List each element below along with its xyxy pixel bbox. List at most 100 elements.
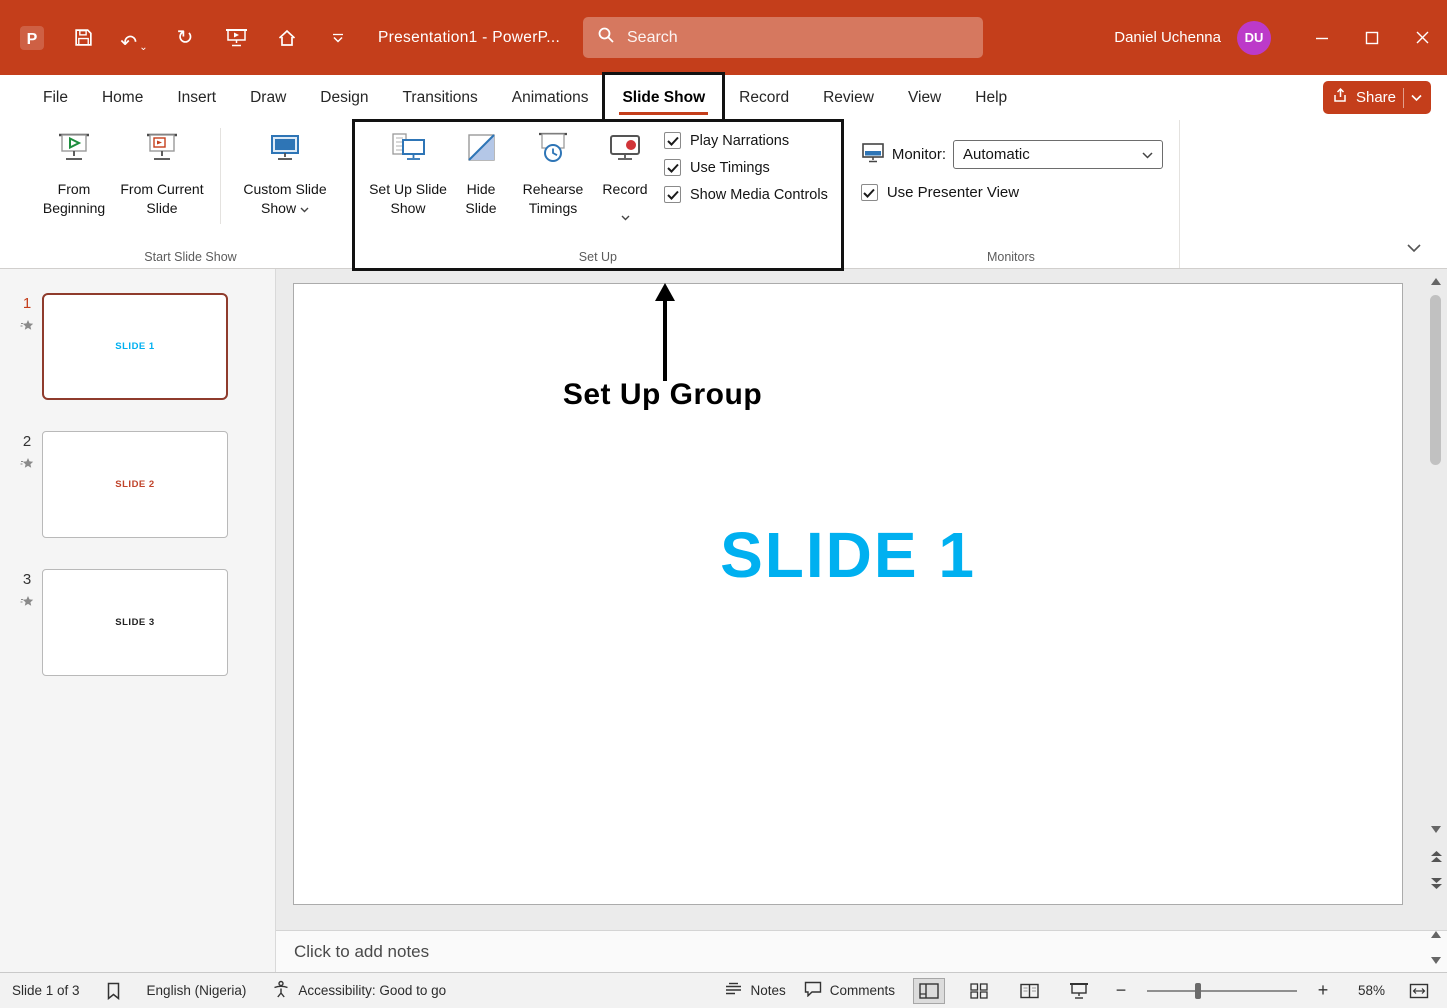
language-status[interactable]: English (Nigeria) [147, 983, 247, 998]
avatar[interactable]: DU [1237, 21, 1271, 55]
slide-thumbnail-3[interactable]: SLIDE 3 [42, 569, 228, 676]
thumbnail-row: 1 SLIDE 1 [12, 293, 275, 400]
checkbox-checked-icon [664, 132, 681, 149]
hide-slide-button[interactable]: Hide Slide [452, 126, 510, 217]
checkbox-checked-icon [664, 159, 681, 176]
normal-view-button[interactable] [913, 978, 945, 1004]
notes-placeholder: Click to add notes [294, 942, 429, 962]
share-button[interactable]: Share [1323, 81, 1431, 114]
proofing-bookmark-icon[interactable] [106, 982, 121, 1000]
save-icon[interactable] [69, 23, 97, 53]
from-current-slide-button[interactable]: From Current Slide [110, 126, 214, 217]
tab-file[interactable]: File [26, 75, 85, 120]
notes-scroll-up-button[interactable] [1427, 924, 1445, 944]
account-name[interactable]: Daniel Uchenna [1114, 29, 1221, 46]
close-button[interactable] [1397, 0, 1447, 75]
monitor-icon [861, 142, 885, 167]
from-beginning-icon [54, 130, 94, 172]
zoom-out-button[interactable]: − [1113, 980, 1129, 1001]
svg-text:P: P [27, 31, 38, 48]
group-monitors: Monitor: Automatic Use Presenter View Mo… [843, 120, 1180, 268]
tab-view[interactable]: View [891, 75, 958, 120]
play-narrations-checkbox[interactable]: Play Narrations [664, 132, 828, 149]
from-beginning-button[interactable]: From Beginning [38, 126, 110, 217]
next-slide-button[interactable] [1427, 873, 1445, 893]
set-up-slide-show-button[interactable]: Set Up Slide Show [364, 126, 452, 217]
scroll-down-button[interactable] [1427, 819, 1445, 839]
powerpoint-logo-icon[interactable]: P [18, 23, 46, 53]
titlebar-right: Daniel Uchenna DU [1114, 0, 1447, 75]
chevron-down-icon [1142, 146, 1153, 163]
notes-scroll-down-button[interactable] [1427, 950, 1445, 970]
search-box[interactable] [583, 17, 983, 58]
slide-title-text[interactable]: SLIDE 1 [294, 518, 1402, 592]
slide-number: 1 [23, 295, 31, 312]
workspace: 1 SLIDE 1 2 SLIDE 2 3 [0, 269, 1447, 972]
monitors-controls: Monitor: Automatic Use Presenter View [853, 126, 1169, 201]
use-presenter-view-checkbox[interactable]: Use Presenter View [861, 184, 1163, 201]
reading-view-button[interactable] [1013, 978, 1045, 1004]
tab-insert[interactable]: Insert [160, 75, 233, 120]
search-input[interactable] [627, 29, 969, 47]
group-set-up: Set Up Slide Show Hide Slide Rehearse Ti… [354, 120, 843, 268]
group-label-monitors: Monitors [843, 250, 1179, 264]
customize-qat-chevron-icon[interactable] [324, 23, 352, 53]
tab-draw[interactable]: Draw [233, 75, 303, 120]
start-slideshow-icon[interactable] [222, 23, 250, 53]
tab-transitions[interactable]: Transitions [386, 75, 495, 120]
slide-surface[interactable]: SLIDE 1 [293, 283, 1403, 905]
minimize-button[interactable] [1297, 0, 1347, 75]
zoom-level[interactable]: 58% [1349, 983, 1385, 998]
tab-slide-show[interactable]: Slide Show [605, 75, 722, 120]
titlebar: P ↶⌄ ↻ Presentation1 - PowerP... [0, 0, 1447, 75]
slide-show-view-button[interactable] [1063, 978, 1095, 1004]
zoom-slider[interactable] [1147, 990, 1297, 992]
zoom-in-button[interactable]: + [1315, 980, 1331, 1001]
notes-pane[interactable]: Click to add notes [276, 930, 1447, 972]
chevron-down-icon [621, 207, 630, 225]
accessibility-status[interactable]: Accessibility: Good to go [272, 980, 446, 1001]
scroll-up-button[interactable] [1427, 271, 1445, 291]
previous-slide-button[interactable] [1427, 847, 1445, 867]
thumbnail-row: 2 SLIDE 2 [12, 431, 275, 538]
custom-slide-show-button[interactable]: Custom Slide Show [227, 126, 343, 217]
tab-animations[interactable]: Animations [495, 75, 606, 120]
scrollbar-thumb[interactable] [1430, 295, 1441, 465]
slide-sorter-view-button[interactable] [963, 978, 995, 1004]
use-timings-checkbox[interactable]: Use Timings [664, 159, 828, 176]
animation-star-icon [20, 595, 34, 613]
tab-design[interactable]: Design [303, 75, 385, 120]
undo-icon[interactable]: ↶⌄ [120, 23, 148, 53]
fit-slide-to-window-button[interactable] [1403, 978, 1435, 1004]
record-button[interactable]: Record [596, 126, 654, 225]
comments-toggle-button[interactable]: Comments [804, 981, 895, 1000]
vertical-scrollbar [1427, 271, 1445, 970]
tab-record[interactable]: Record [722, 75, 806, 120]
powerpoint-window: P ↶⌄ ↻ Presentation1 - PowerP... [0, 0, 1447, 1008]
checkbox-checked-icon [861, 184, 878, 201]
active-tab-underline [619, 112, 708, 115]
monitor-select[interactable]: Automatic [953, 140, 1163, 169]
document-title: Presentation1 - PowerP... [378, 29, 560, 47]
maximize-button[interactable] [1347, 0, 1397, 75]
zoom-slider-thumb[interactable] [1195, 983, 1201, 999]
collapse-ribbon-button[interactable] [1401, 238, 1427, 260]
tab-help[interactable]: Help [958, 75, 1024, 120]
accessibility-icon [272, 980, 290, 1001]
notes-toggle-button[interactable]: Notes [725, 982, 785, 999]
slide-indicator: Slide 1 of 3 [12, 983, 80, 998]
home-icon[interactable] [273, 23, 301, 53]
slide-thumbnail-1[interactable]: SLIDE 1 [42, 293, 228, 400]
setup-checkboxes: Play Narrations Use Timings Show Media C… [654, 126, 832, 203]
animation-star-icon [20, 319, 34, 337]
monitor-label: Monitor: [892, 146, 946, 163]
rehearse-timings-button[interactable]: Rehearse Timings [510, 126, 596, 217]
redo-icon[interactable]: ↻ [171, 23, 199, 53]
tab-review[interactable]: Review [806, 75, 891, 120]
rehearse-timings-icon [533, 130, 573, 172]
slide-thumbnail-2[interactable]: SLIDE 2 [42, 431, 228, 538]
share-divider [1403, 88, 1404, 108]
show-media-controls-checkbox[interactable]: Show Media Controls [664, 186, 828, 203]
tab-home[interactable]: Home [85, 75, 160, 120]
quick-access-toolbar: P ↶⌄ ↻ [18, 23, 352, 53]
